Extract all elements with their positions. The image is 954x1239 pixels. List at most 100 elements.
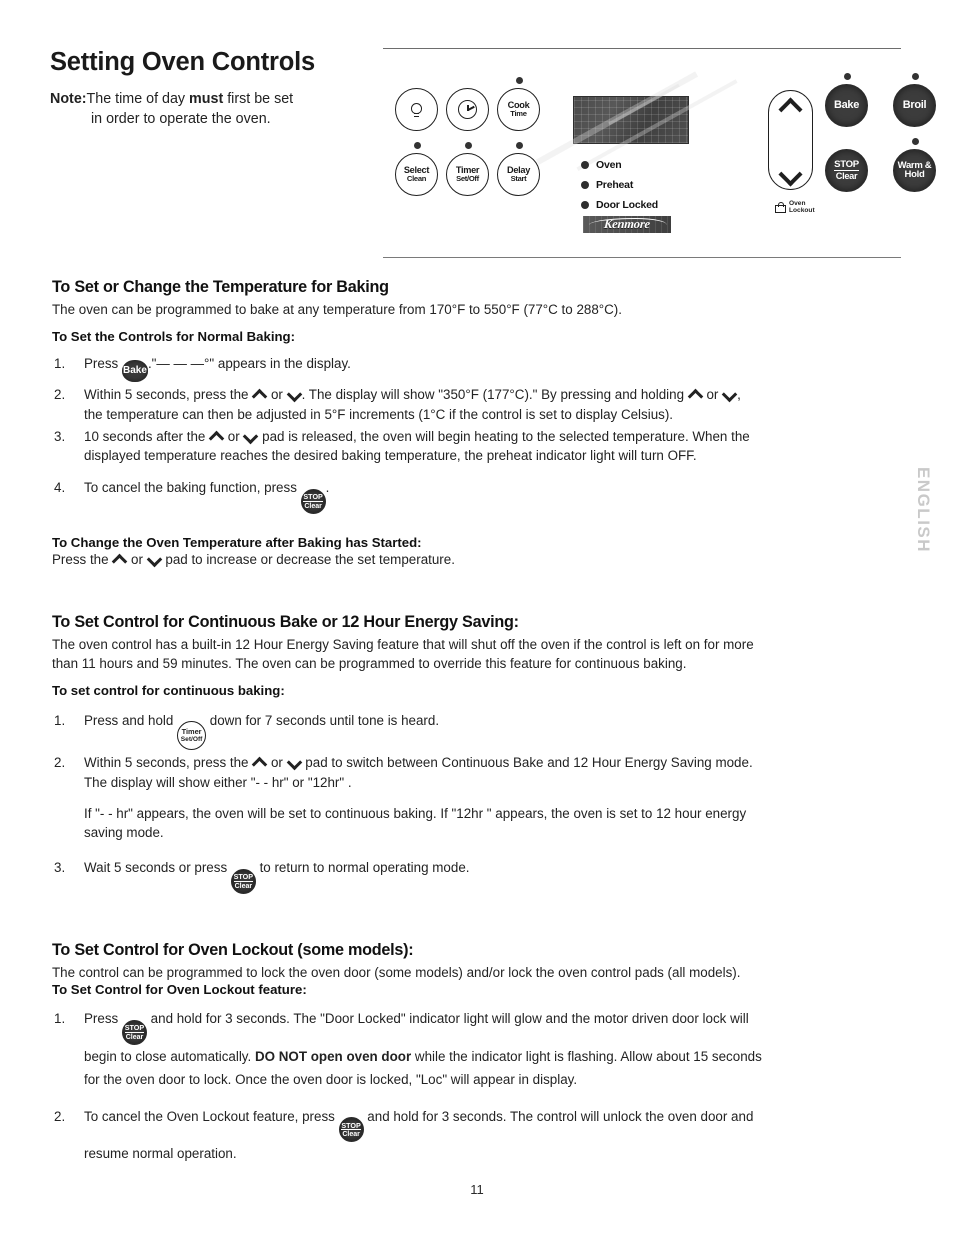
warm-hold-pad[interactable]: Warm & Hold — [893, 149, 936, 192]
indicator-preheat: Preheat — [581, 176, 658, 193]
temperature-rocker-pad[interactable] — [768, 90, 813, 190]
inline-stop-label: STOP — [233, 871, 254, 882]
baking-step-3-c: pad is released, the oven will begin hea… — [258, 429, 750, 445]
subheading-normal-baking: To Set the Controls for Normal Baking: — [52, 329, 296, 345]
oven-lockout-caption-line1: Oven — [789, 200, 806, 207]
inline-stop-clear-badge[interactable]: STOP Clear — [121, 1019, 147, 1045]
page-number: 11 — [470, 1182, 484, 1197]
lockout-step-1-line2-b: while the indicator light is flashing. A… — [411, 1048, 762, 1064]
lockout-step-1-line2-a: begin to close automatically. — [84, 1048, 255, 1064]
baking-intro: The oven can be programmed to bake at an… — [52, 302, 622, 317]
lockout-step-2-line2: resume normal operation. — [84, 1146, 237, 1162]
select-clean-pad-line2: Clean — [406, 174, 427, 184]
language-side-tab: ENGLISH — [910, 430, 936, 590]
lockout-step-1-pre: Press — [84, 1010, 122, 1026]
kenmore-logo: Kenmore — [583, 216, 671, 233]
inline-stop-label: STOP — [124, 1022, 145, 1033]
inline-stop-clear-badge[interactable]: STOP Clear — [338, 1117, 364, 1143]
broil-pad-label: Broil — [902, 98, 927, 111]
baking-step-4-pre: To cancel the baking function, press — [84, 479, 301, 495]
note-label: Note: — [50, 91, 87, 108]
inline-arrow-down-icon — [147, 554, 162, 565]
inline-clear-label: Clear — [304, 502, 322, 510]
timer-set-off-pad[interactable]: Timer Set/Off — [446, 153, 489, 196]
bake-led — [844, 73, 851, 80]
inline-stop-clear-badge[interactable]: STOP Clear — [300, 488, 326, 514]
baking-step-1: 1. Press Bake."— — —°" appears in the di… — [52, 354, 884, 383]
inline-stop-label: STOP — [341, 1120, 361, 1131]
lock-icon — [775, 201, 786, 214]
baking-step-4-number: 4. — [54, 479, 66, 495]
inline-clear-label: Clear — [125, 1033, 144, 1041]
select-clean-pad[interactable]: Select Clean — [395, 153, 438, 196]
continuous-intro-line2: than 11 hours and 59 minutes. The oven c… — [52, 656, 687, 672]
oven-indicator-dot-icon — [581, 160, 589, 169]
panel-top-rule — [383, 48, 901, 49]
light-bulb-icon — [411, 102, 422, 117]
chevron-up-icon[interactable] — [780, 100, 802, 112]
oven-light-pad[interactable] — [395, 88, 438, 131]
baking-step-2-number: 2. — [54, 387, 66, 403]
delay-start-led — [516, 142, 523, 149]
inline-set-off-label: Set/Off — [180, 735, 203, 743]
lockout-step-1-mid: and hold for 3 seconds. The "Door Locked… — [146, 1010, 749, 1026]
continuous-step-2: 2. Within 5 seconds, press the or pad to… — [52, 753, 884, 843]
change-after-started-text: Press the or pad to increase or decrease… — [52, 550, 884, 569]
cook-time-pad[interactable]: Cook Time — [497, 88, 540, 131]
indicator-oven-label: Oven — [596, 158, 622, 171]
inline-timer-label: Timer — [181, 727, 202, 737]
continuous-step-3: 3. Wait 5 seconds or press STOP Clear to … — [52, 855, 884, 894]
inline-timer-set-off-badge[interactable]: Timer Set/Off — [177, 721, 207, 751]
after-b: or — [127, 551, 147, 567]
inline-arrow-down-icon — [243, 431, 258, 442]
inline-bake-badge[interactable]: Bake — [121, 360, 148, 383]
baking-step-1-post: ."— — —°" appears in the display. — [147, 356, 351, 372]
oven-lockout-caption-line2: Lockout — [789, 207, 815, 215]
inline-stop-clear-badge[interactable]: STOP Clear — [230, 868, 256, 894]
note-line2: in order to operate the oven. — [91, 110, 271, 127]
lockout-step-1-line2-bold: DO NOT open oven door — [254, 1048, 412, 1064]
baking-step-4: 4. To cancel the baking function, press … — [52, 478, 884, 514]
control-panel-diagram: Cook Time Select Clean Timer Set/Off Del… — [383, 44, 936, 264]
broil-pad[interactable]: Broil — [893, 84, 936, 127]
cook-time-led — [516, 77, 523, 84]
baking-step-2-e: , — [737, 387, 741, 403]
language-side-tab-label: ENGLISH — [914, 466, 933, 554]
delay-start-pad[interactable]: Delay Start — [497, 153, 540, 196]
continuous-step-2-a: Within 5 seconds, press the — [84, 755, 253, 771]
note-block: Note:The time of day must first be set i… — [50, 90, 370, 129]
baking-step-2-c: . The display will show "350°F (177°C)."… — [301, 387, 688, 403]
indicator-door-locked-label: Door Locked — [596, 198, 658, 211]
warm-hold-pad-line2: Hold — [904, 169, 925, 181]
lockout-step-1-number: 1. — [54, 1010, 66, 1026]
baking-step-4-post: . — [325, 479, 330, 495]
continuous-step-3-number: 3. — [54, 859, 66, 875]
note-line1-pre: The time of day — [86, 91, 190, 108]
lockout-step-2-pre: To cancel the Oven Lockout feature, pres… — [84, 1108, 339, 1124]
bake-pad[interactable]: Bake — [825, 84, 868, 127]
continuous-step-2-c: pad to switch between Continuous Bake an… — [301, 755, 753, 771]
stop-clear-pad[interactable]: STOP Clear — [825, 149, 868, 192]
inline-clear-label: Clear — [342, 1131, 360, 1139]
clock-pad[interactable] — [446, 88, 489, 131]
heading-baking: To Set or Change the Temperature for Bak… — [52, 278, 389, 296]
baking-step-3-number: 3. — [54, 429, 66, 445]
cook-time-pad-line2: Time — [510, 109, 527, 119]
heading-continuous-bake: To Set Control for Continuous Bake or 12… — [52, 612, 519, 631]
continuous-step-3-pre: Wait 5 seconds or press — [84, 859, 231, 875]
bake-pad-label: Bake — [833, 98, 860, 111]
continuous-step-1-number: 1. — [54, 713, 66, 729]
baking-step-3-line2: displayed temperature reaches the desire… — [84, 448, 697, 464]
note-line1-post: first be set — [223, 91, 294, 108]
clock-icon — [458, 100, 477, 119]
continuous-step-1-post: down for 7 seconds until tone is heard. — [206, 713, 440, 729]
baking-step-2-b: or — [267, 387, 287, 403]
preheat-indicator-dot-icon — [581, 180, 589, 189]
kenmore-wordmark: Kenmore — [603, 217, 651, 231]
baking-step-3-a: 10 seconds after the — [84, 429, 210, 445]
panel-bottom-rule — [383, 257, 901, 258]
after-a: Press the — [52, 551, 113, 567]
chevron-down-icon[interactable] — [780, 168, 802, 180]
select-clean-led — [414, 142, 421, 149]
baking-step-1-number: 1. — [54, 356, 66, 372]
